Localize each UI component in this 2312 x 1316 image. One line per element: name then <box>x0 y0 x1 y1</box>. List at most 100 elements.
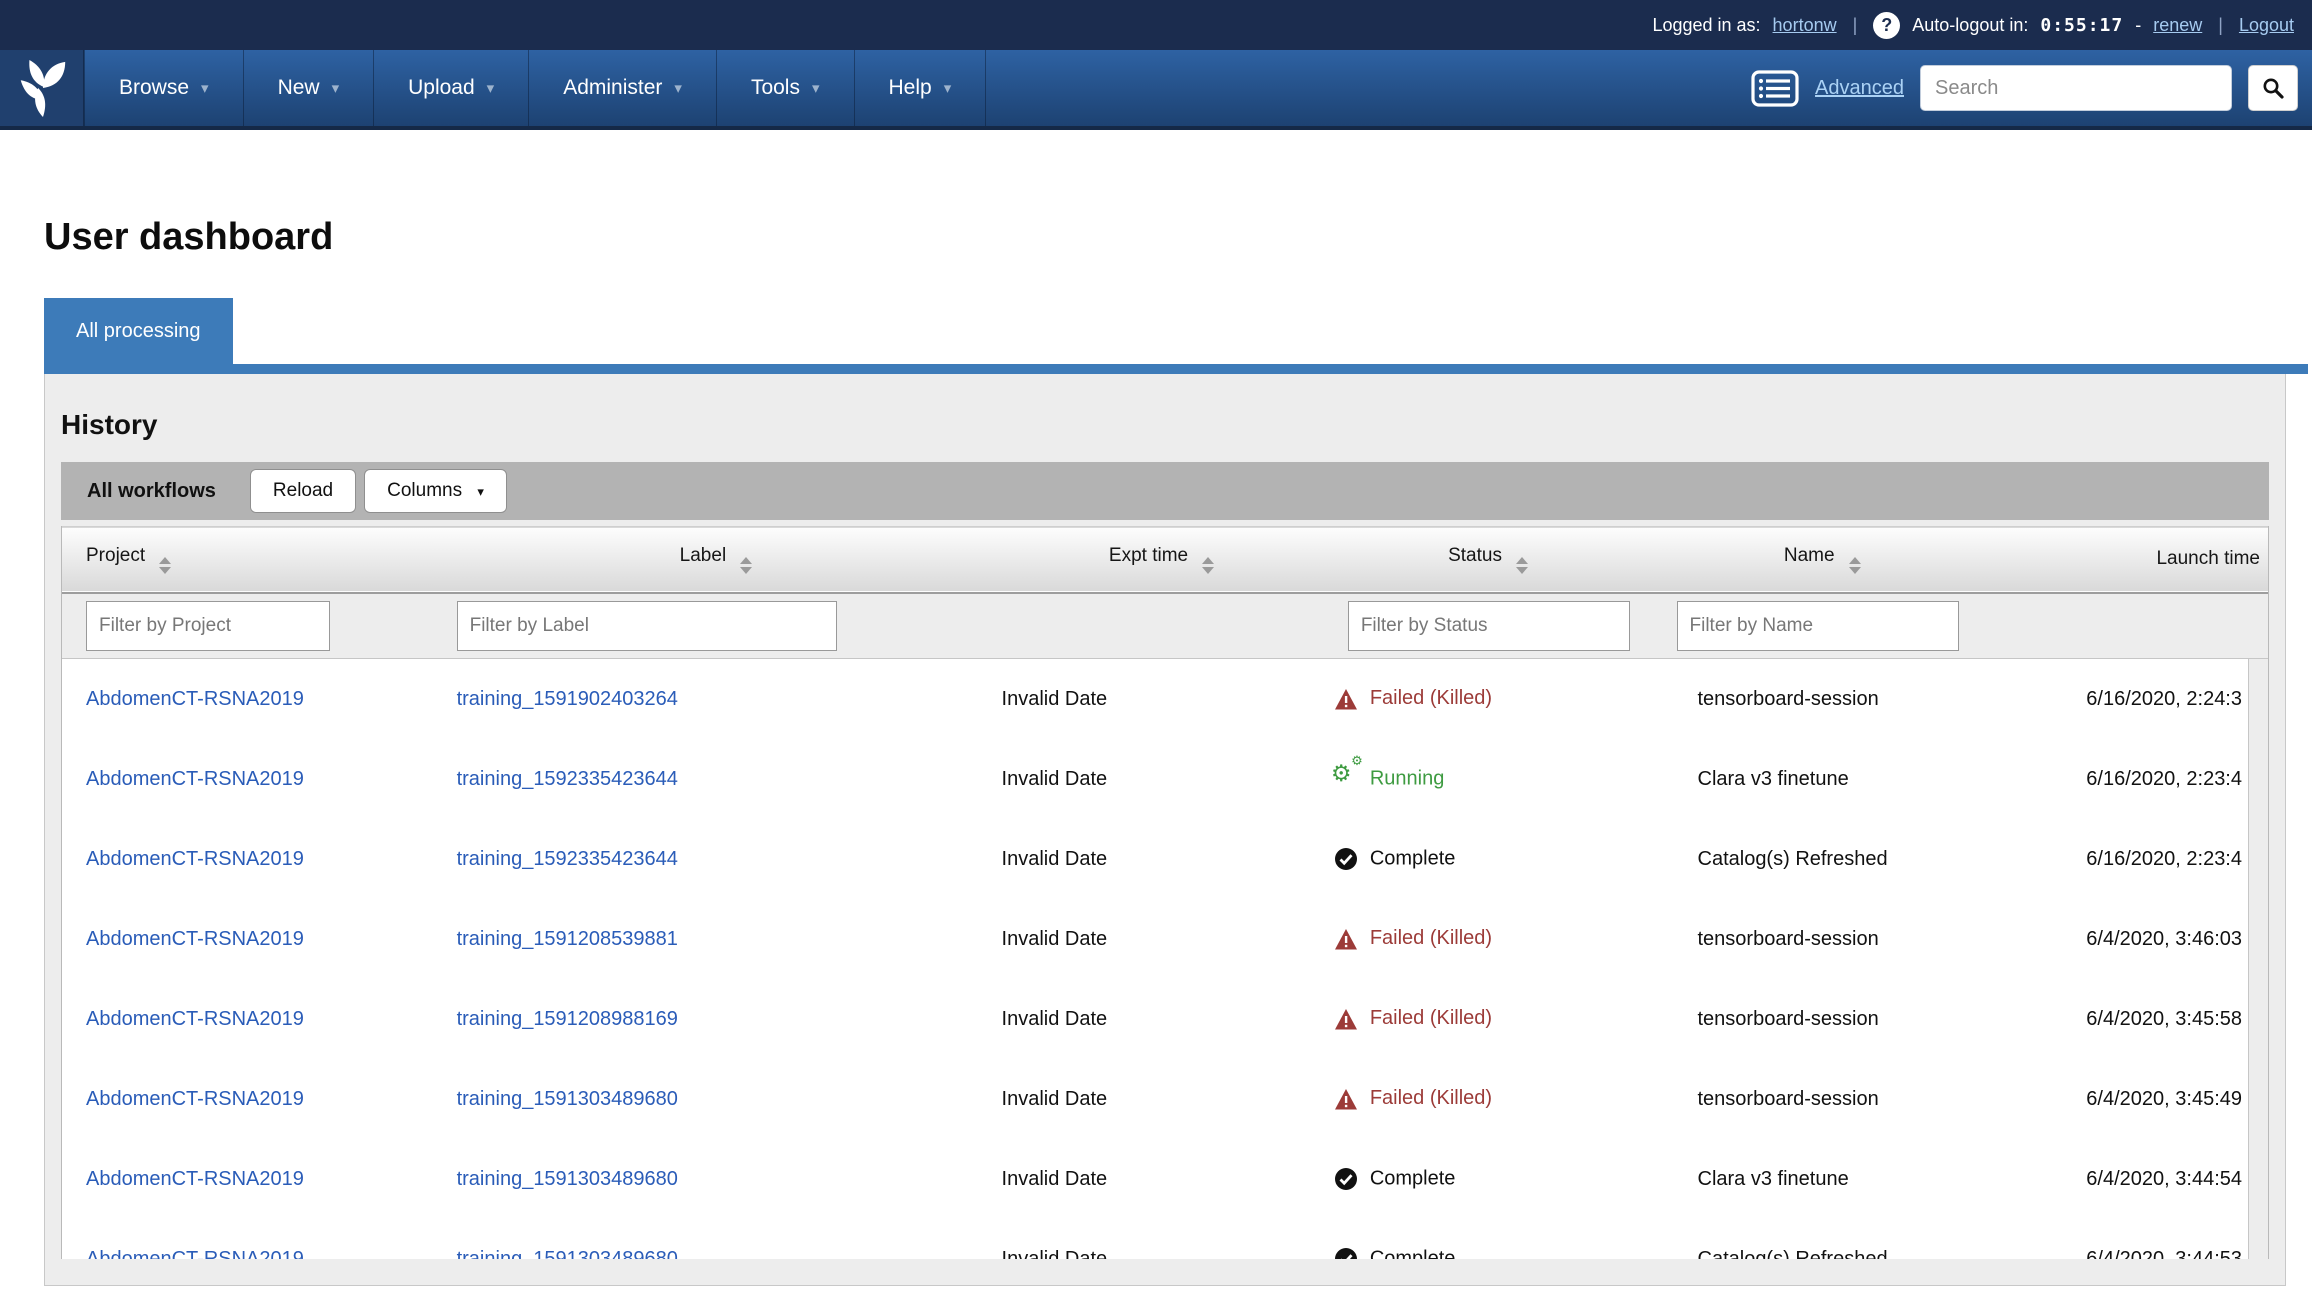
history-toolbar: All workflows Reload Columns ▾ <box>61 462 2269 520</box>
filter-status-input[interactable] <box>1348 601 1630 651</box>
logout-link[interactable]: Logout <box>2239 15 2294 36</box>
reload-button[interactable]: Reload <box>250 469 356 513</box>
check-circle-icon <box>1332 1247 1360 1259</box>
workflow-label-link[interactable]: training_1591303489680 <box>457 1168 678 1190</box>
project-link[interactable]: AbdomenCT-RSNA2019 <box>86 768 304 790</box>
workflow-label-link[interactable]: training_1592335423644 <box>457 768 678 790</box>
column-header-project[interactable]: Project <box>62 527 433 593</box>
workflow-table-header: Project Label Expt time Status <box>62 526 2268 659</box>
help-icon[interactable]: ? <box>1873 12 1900 39</box>
status-text: Failed (Killed) <box>1370 1088 1492 1110</box>
status-text: Complete <box>1370 1168 1456 1190</box>
project-link[interactable]: AbdomenCT-RSNA2019 <box>86 1008 304 1030</box>
filter-name-input[interactable] <box>1677 601 1959 651</box>
stored-search-list-icon[interactable] <box>1751 70 1799 107</box>
table-row: AbdomenCT-RSNA2019 training_159130348968… <box>62 1059 2268 1139</box>
status-text: Failed (Killed) <box>1370 688 1492 710</box>
status-cell: ⚙⚙Running <box>1324 739 1653 819</box>
project-link[interactable]: AbdomenCT-RSNA2019 <box>86 688 304 710</box>
top-utility-bar: Logged in as: hortonw | ? Auto-logout in… <box>0 0 2312 50</box>
auto-logout-timer: 0:55:17 <box>2040 15 2123 36</box>
project-link[interactable]: AbdomenCT-RSNA2019 <box>86 1168 304 1190</box>
status-text: Failed (Killed) <box>1370 1008 1492 1030</box>
status-text: Running <box>1370 768 1445 790</box>
tab-strip-accent-bar <box>44 364 2308 374</box>
project-link[interactable]: AbdomenCT-RSNA2019 <box>86 1088 304 1110</box>
column-header-label[interactable]: Label <box>433 527 1000 593</box>
expt-time-cell: Invalid Date <box>1000 979 1324 1059</box>
all-workflows-label: All workflows <box>87 480 216 503</box>
launch-time-cell: 6/4/2020, 3:45:58 <box>1992 979 2268 1059</box>
chevron-down-icon: ▾ <box>332 79 340 97</box>
column-header-launch-time[interactable]: Launch time <box>1992 527 2268 593</box>
workflow-label-link[interactable]: training_1591208988169 <box>457 1008 678 1030</box>
table-row: AbdomenCT-RSNA2019 training_159130348968… <box>62 1139 2268 1219</box>
launch-time-cell: 6/4/2020, 3:44:54 <box>1992 1139 2268 1219</box>
filter-label-input[interactable] <box>457 601 837 651</box>
page-content: User dashboard All processing History Al… <box>44 216 2286 1286</box>
chevron-down-icon: ▾ <box>944 79 952 97</box>
renew-session-link[interactable]: renew <box>2153 15 2202 36</box>
workflow-name-cell: tensorboard-session <box>1653 1059 1993 1139</box>
launch-time-cell: 6/4/2020, 3:45:49 <box>1992 1059 2268 1139</box>
magnifier-icon <box>2261 76 2285 100</box>
workflow-name-cell: tensorboard-session <box>1653 659 1993 739</box>
workflow-label-link[interactable]: training_1591303489680 <box>457 1088 678 1110</box>
search-button[interactable] <box>2248 65 2298 111</box>
workflow-label-link[interactable]: training_1591303489680 <box>457 1248 678 1260</box>
workflow-label-link[interactable]: training_1591902403264 <box>457 688 678 710</box>
workflow-name-cell: tensorboard-session <box>1653 979 1993 1059</box>
column-header-name[interactable]: Name <box>1653 527 1993 593</box>
workflow-label-link[interactable]: training_1592335423644 <box>457 848 678 870</box>
app-logo[interactable] <box>0 50 84 126</box>
expt-time-cell: Invalid Date <box>1000 1059 1324 1139</box>
sort-icon <box>1516 557 1528 574</box>
tab-all-processing[interactable]: All processing <box>44 298 233 364</box>
status-cell: Complete <box>1324 819 1653 899</box>
column-header-expt-time[interactable]: Expt time <box>1000 527 1324 593</box>
status-cell: Complete <box>1324 1139 1653 1219</box>
expt-time-cell: Invalid Date <box>1000 1139 1324 1219</box>
nav-menu-upload[interactable]: Upload ▾ <box>374 50 529 126</box>
filter-project-input[interactable] <box>86 601 330 651</box>
divider: | <box>2218 15 2223 36</box>
launch-time-cell: 6/16/2020, 2:23:4 <box>1992 739 2268 819</box>
sort-icon <box>159 557 171 574</box>
check-circle-icon <box>1332 1167 1360 1191</box>
workflow-name-cell: Clara v3 finetune <box>1653 739 1993 819</box>
workflow-table: Project Label Expt time Status <box>61 526 2269 1259</box>
search-input[interactable] <box>1920 65 2232 111</box>
project-link[interactable]: AbdomenCT-RSNA2019 <box>86 1248 304 1260</box>
advanced-search-link[interactable]: Advanced <box>1815 77 1904 100</box>
columns-button[interactable]: Columns ▾ <box>364 469 507 513</box>
sort-icon <box>740 557 752 574</box>
main-navbar: Browse ▾ New ▾ Upload ▾ Administer ▾ Too… <box>0 50 2312 130</box>
workflow-name-cell: tensorboard-session <box>1653 899 1993 979</box>
warning-triangle-icon <box>1332 687 1360 710</box>
workflow-name-cell: Catalog(s) Refreshed <box>1653 819 1993 899</box>
nav-menu-new[interactable]: New ▾ <box>244 50 375 126</box>
column-header-status[interactable]: Status <box>1324 527 1653 593</box>
nav-menu-browse[interactable]: Browse ▾ <box>85 50 244 126</box>
workflow-label-link[interactable]: training_1591208539881 <box>457 928 678 950</box>
nav-search-cluster: Advanced <box>1751 50 2312 126</box>
launch-time-cell: 6/16/2020, 2:23:4 <box>1992 819 2268 899</box>
nav-menu-administer[interactable]: Administer ▾ <box>529 50 717 126</box>
warning-triangle-icon <box>1332 927 1360 950</box>
table-row: AbdomenCT-RSNA2019 training_159233542364… <box>62 819 2268 899</box>
status-text: Failed (Killed) <box>1370 928 1492 950</box>
nav-menu-help[interactable]: Help ▾ <box>855 50 987 126</box>
warning-triangle-icon <box>1332 1007 1360 1030</box>
status-cell: Failed (Killed) <box>1324 1059 1653 1139</box>
tab-strip: All processing <box>44 298 2286 364</box>
leaf-logo-icon <box>13 57 71 119</box>
table-row: AbdomenCT-RSNA2019 training_159120853988… <box>62 899 2268 979</box>
project-link[interactable]: AbdomenCT-RSNA2019 <box>86 928 304 950</box>
username-link[interactable]: hortonw <box>1773 15 1837 36</box>
workflow-name-cell: Catalog(s) Refreshed <box>1653 1219 1993 1259</box>
nav-menu-tools[interactable]: Tools ▾ <box>717 50 855 126</box>
table-row: AbdomenCT-RSNA2019 training_159233542364… <box>62 739 2268 819</box>
table-row: AbdomenCT-RSNA2019 training_159190240326… <box>62 659 2268 739</box>
warning-triangle-icon <box>1332 1087 1360 1110</box>
project-link[interactable]: AbdomenCT-RSNA2019 <box>86 848 304 870</box>
